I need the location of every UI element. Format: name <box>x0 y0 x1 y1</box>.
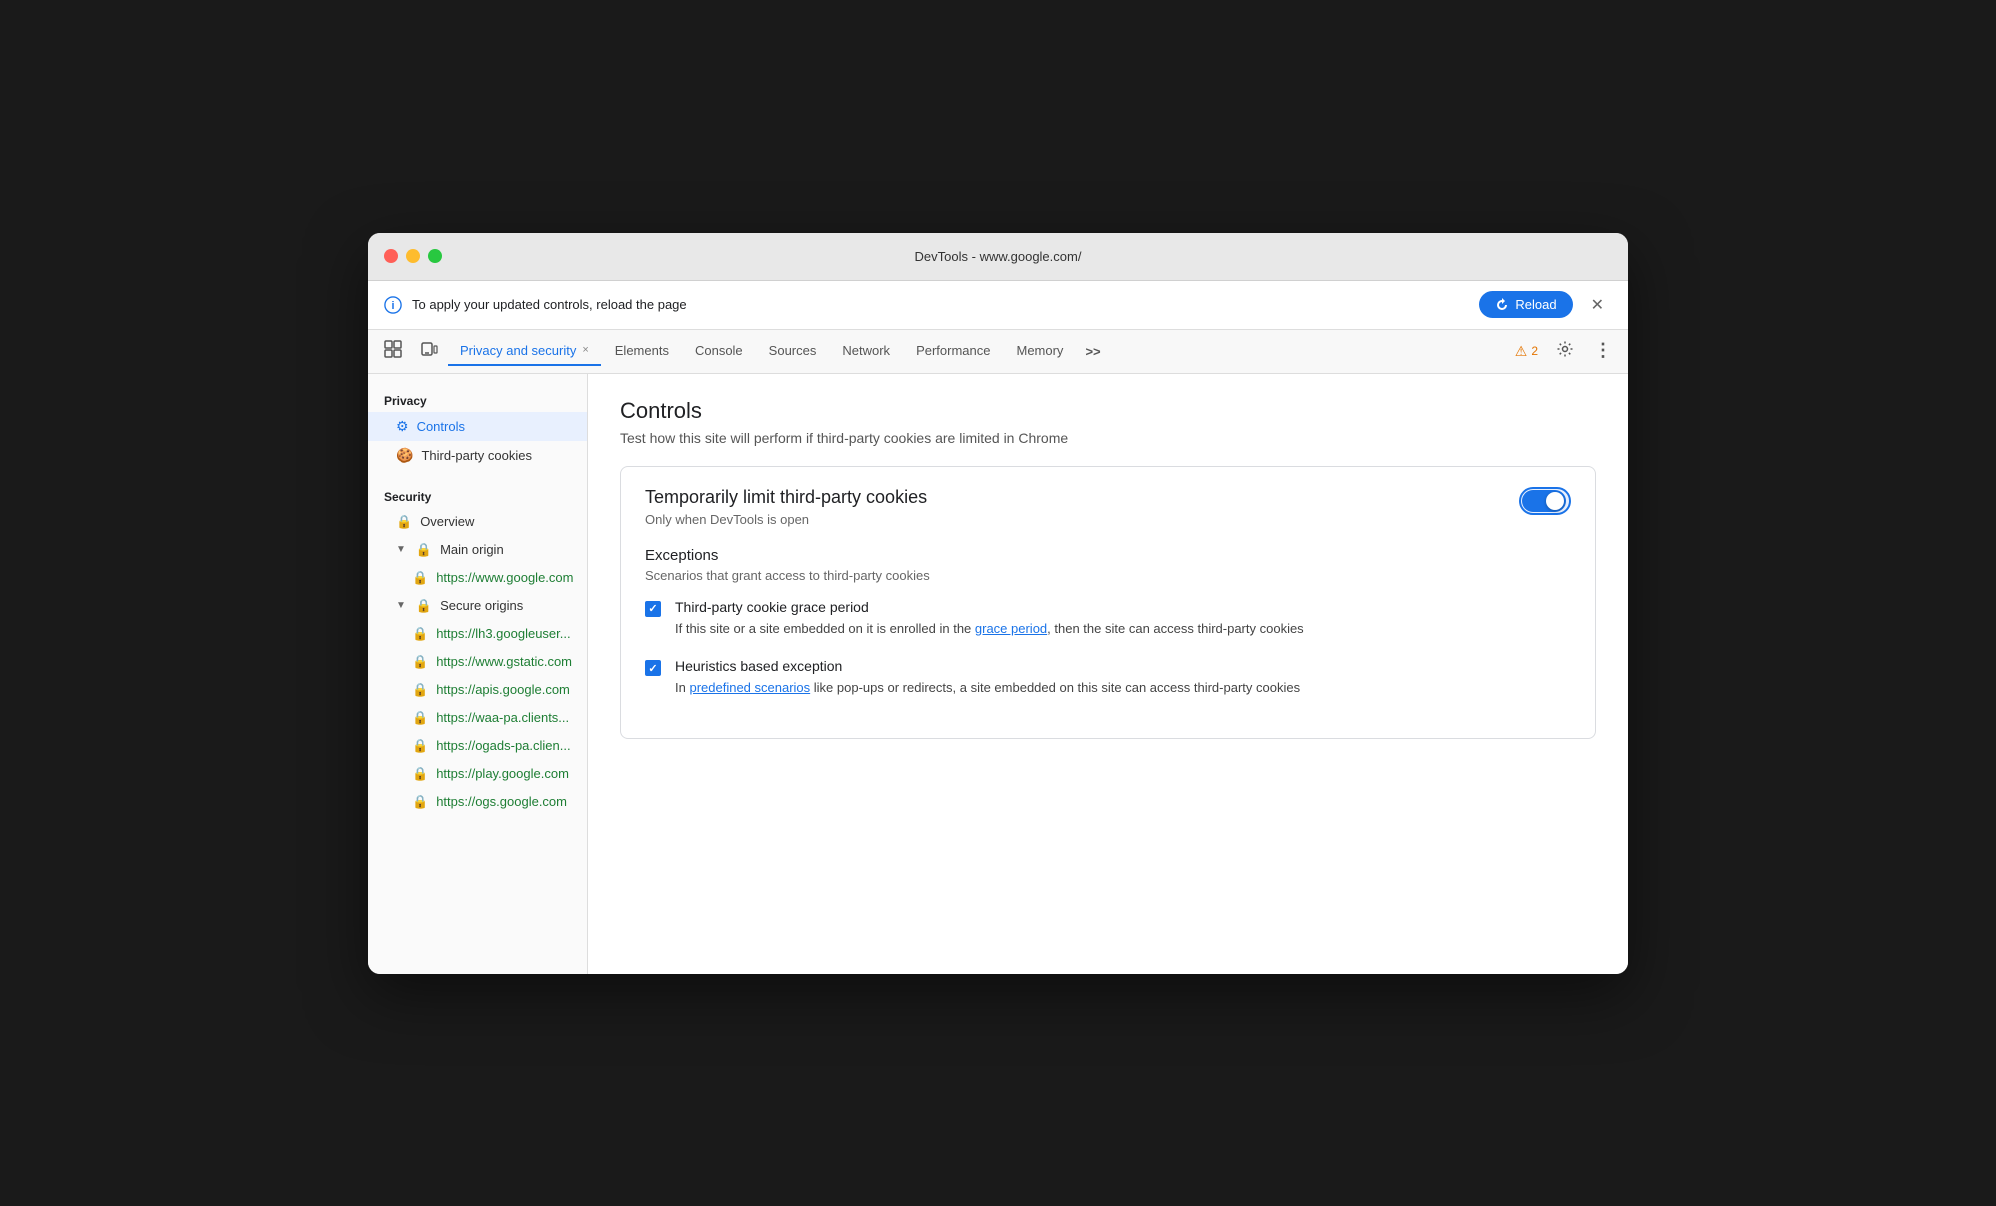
sidebar-item-main-origin[interactable]: ▼ 🔒 Main origin <box>368 536 587 564</box>
lock-icon-apis: 🔒 <box>412 682 428 698</box>
toggle-ring <box>1519 487 1571 515</box>
limit-cookies-card: Temporarily limit third-party cookies On… <box>620 466 1596 739</box>
sidebar-item-apis[interactable]: 🔒 https://apis.google.com <box>368 676 587 704</box>
warnings-badge[interactable]: ⚠ 2 <box>1509 339 1544 364</box>
checkmark-icon: ✓ <box>648 602 657 615</box>
lock-icon-google: 🔒 <box>412 570 428 586</box>
sidebar-item-lh3[interactable]: 🔒 https://lh3.googleuser... <box>368 620 587 648</box>
sidebar-item-google-main[interactable]: 🔒 https://www.google.com <box>368 564 587 592</box>
checkbox-heuristics-box[interactable]: ✓ <box>645 660 661 676</box>
lock-icon-ogads: 🔒 <box>412 738 428 754</box>
checkmark-icon-2: ✓ <box>648 662 657 675</box>
lock-icon-ogs: 🔒 <box>412 794 428 810</box>
card-title-section: Temporarily limit third-party cookies On… <box>645 487 927 527</box>
lock-icon-secure: 🔒 <box>416 598 432 614</box>
cursor-icon <box>384 340 402 358</box>
tab-elements[interactable]: Elements <box>603 337 681 366</box>
sidebar: Privacy ⚙ Controls 🍪 Third-party cookies… <box>368 374 588 974</box>
privacy-section-title: Privacy <box>368 386 587 412</box>
cookie-icon: 🍪 <box>396 447 413 464</box>
sidebar-item-secure-origins[interactable]: ▼ 🔒 Secure origins <box>368 592 587 620</box>
svg-text:i: i <box>392 300 395 312</box>
banner: i To apply your updated controls, reload… <box>368 281 1628 330</box>
toolbar: Privacy and security × Elements Console … <box>368 330 1628 374</box>
security-section-title: Security <box>368 482 587 508</box>
titlebar: DevTools - www.google.com/ <box>368 233 1628 281</box>
card-subtitle: Only when DevTools is open <box>645 512 927 527</box>
maximize-window-button[interactable] <box>428 249 442 263</box>
banner-close-button[interactable]: ✕ <box>1583 291 1612 319</box>
info-icon: i <box>384 296 402 314</box>
sidebar-item-waa[interactable]: 🔒 https://waa-pa.clients... <box>368 704 587 732</box>
checkbox-grace-period[interactable]: ✓ <box>645 601 661 639</box>
lock-icon-main: 🔒 <box>416 542 432 558</box>
exceptions-section: Exceptions Scenarios that grant access t… <box>645 547 1571 698</box>
sidebar-item-ogs[interactable]: 🔒 https://ogs.google.com <box>368 788 587 816</box>
exception-grace-period: ✓ Third-party cookie grace period If thi… <box>645 599 1571 639</box>
tab-privacy-and-security[interactable]: Privacy and security × <box>448 337 601 366</box>
warning-icon: ⚠ <box>1515 343 1528 360</box>
window-title: DevTools - www.google.com/ <box>915 249 1082 264</box>
exception-grace-content: Third-party cookie grace period If this … <box>675 599 1304 639</box>
sidebar-item-overview[interactable]: 🔒 Overview <box>368 508 587 536</box>
sidebar-item-controls[interactable]: ⚙ Controls <box>368 412 587 441</box>
reload-button[interactable]: Reload <box>1479 291 1572 318</box>
page-title: Controls <box>620 398 1596 424</box>
more-options-button[interactable]: ⋮ <box>1586 335 1620 367</box>
toggle-thumb <box>1546 492 1564 510</box>
predefined-scenarios-link[interactable]: predefined scenarios <box>689 680 810 695</box>
arrow-icon-secure: ▼ <box>396 600 406 611</box>
exception2-desc: In predefined scenarios like pop-ups or … <box>675 678 1300 698</box>
exception1-desc: If this site or a site embedded on it is… <box>675 619 1304 639</box>
lock-icon-waa: 🔒 <box>412 710 428 726</box>
sidebar-item-gstatic[interactable]: 🔒 https://www.gstatic.com <box>368 648 587 676</box>
checkbox-heuristics[interactable]: ✓ <box>645 660 661 698</box>
lock-icon-gstatic: 🔒 <box>412 654 428 670</box>
toolbar-right: ⚠ 2 ⋮ <box>1509 334 1620 369</box>
banner-text: To apply your updated controls, reload t… <box>412 297 1469 312</box>
reload-icon <box>1495 298 1509 312</box>
toggle-track <box>1522 490 1566 512</box>
exception-heuristics-content: Heuristics based exception In predefined… <box>675 658 1300 698</box>
sidebar-item-play[interactable]: 🔒 https://play.google.com <box>368 760 587 788</box>
card-header: Temporarily limit third-party cookies On… <box>645 487 1571 527</box>
sidebar-item-ogads[interactable]: 🔒 https://ogads-pa.clien... <box>368 732 587 760</box>
tab-close-icon[interactable]: × <box>582 344 588 356</box>
traffic-lights <box>384 249 442 263</box>
arrow-icon: ▼ <box>396 544 406 555</box>
card-title: Temporarily limit third-party cookies <box>645 487 927 508</box>
exception-heuristics: ✓ Heuristics based exception In predefin… <box>645 658 1571 698</box>
settings-button[interactable] <box>1548 334 1582 369</box>
exception1-title: Third-party cookie grace period <box>675 599 1304 615</box>
tab-sources[interactable]: Sources <box>757 337 829 366</box>
grace-period-link[interactable]: grace period <box>975 621 1047 636</box>
exceptions-desc: Scenarios that grant access to third-par… <box>645 568 1571 583</box>
sidebar-item-third-party-cookies[interactable]: 🍪 Third-party cookies <box>368 441 587 470</box>
exceptions-title: Exceptions <box>645 547 1571 564</box>
main-content: Controls Test how this site will perform… <box>588 374 1628 974</box>
device-toolbar-button[interactable] <box>412 334 446 369</box>
lock-icon-play: 🔒 <box>412 766 428 782</box>
more-tabs-button[interactable]: >> <box>1077 338 1108 365</box>
tab-console[interactable]: Console <box>683 337 755 366</box>
device-icon <box>420 340 438 358</box>
lock-icon-lh3: 🔒 <box>412 626 428 642</box>
tab-memory[interactable]: Memory <box>1004 337 1075 366</box>
gear-icon: ⚙ <box>396 418 409 435</box>
exception2-title: Heuristics based exception <box>675 658 1300 674</box>
checkbox-grace-period-box[interactable]: ✓ <box>645 601 661 617</box>
inspect-element-button[interactable] <box>376 334 410 369</box>
tab-network[interactable]: Network <box>830 337 902 366</box>
page-description: Test how this site will perform if third… <box>620 430 1596 446</box>
gear-icon <box>1556 340 1574 358</box>
tab-performance[interactable]: Performance <box>904 337 1002 366</box>
content-area: Privacy ⚙ Controls 🍪 Third-party cookies… <box>368 374 1628 974</box>
close-window-button[interactable] <box>384 249 398 263</box>
lock-icon-overview: 🔒 <box>396 514 412 530</box>
toggle-container[interactable] <box>1519 487 1571 515</box>
minimize-window-button[interactable] <box>406 249 420 263</box>
